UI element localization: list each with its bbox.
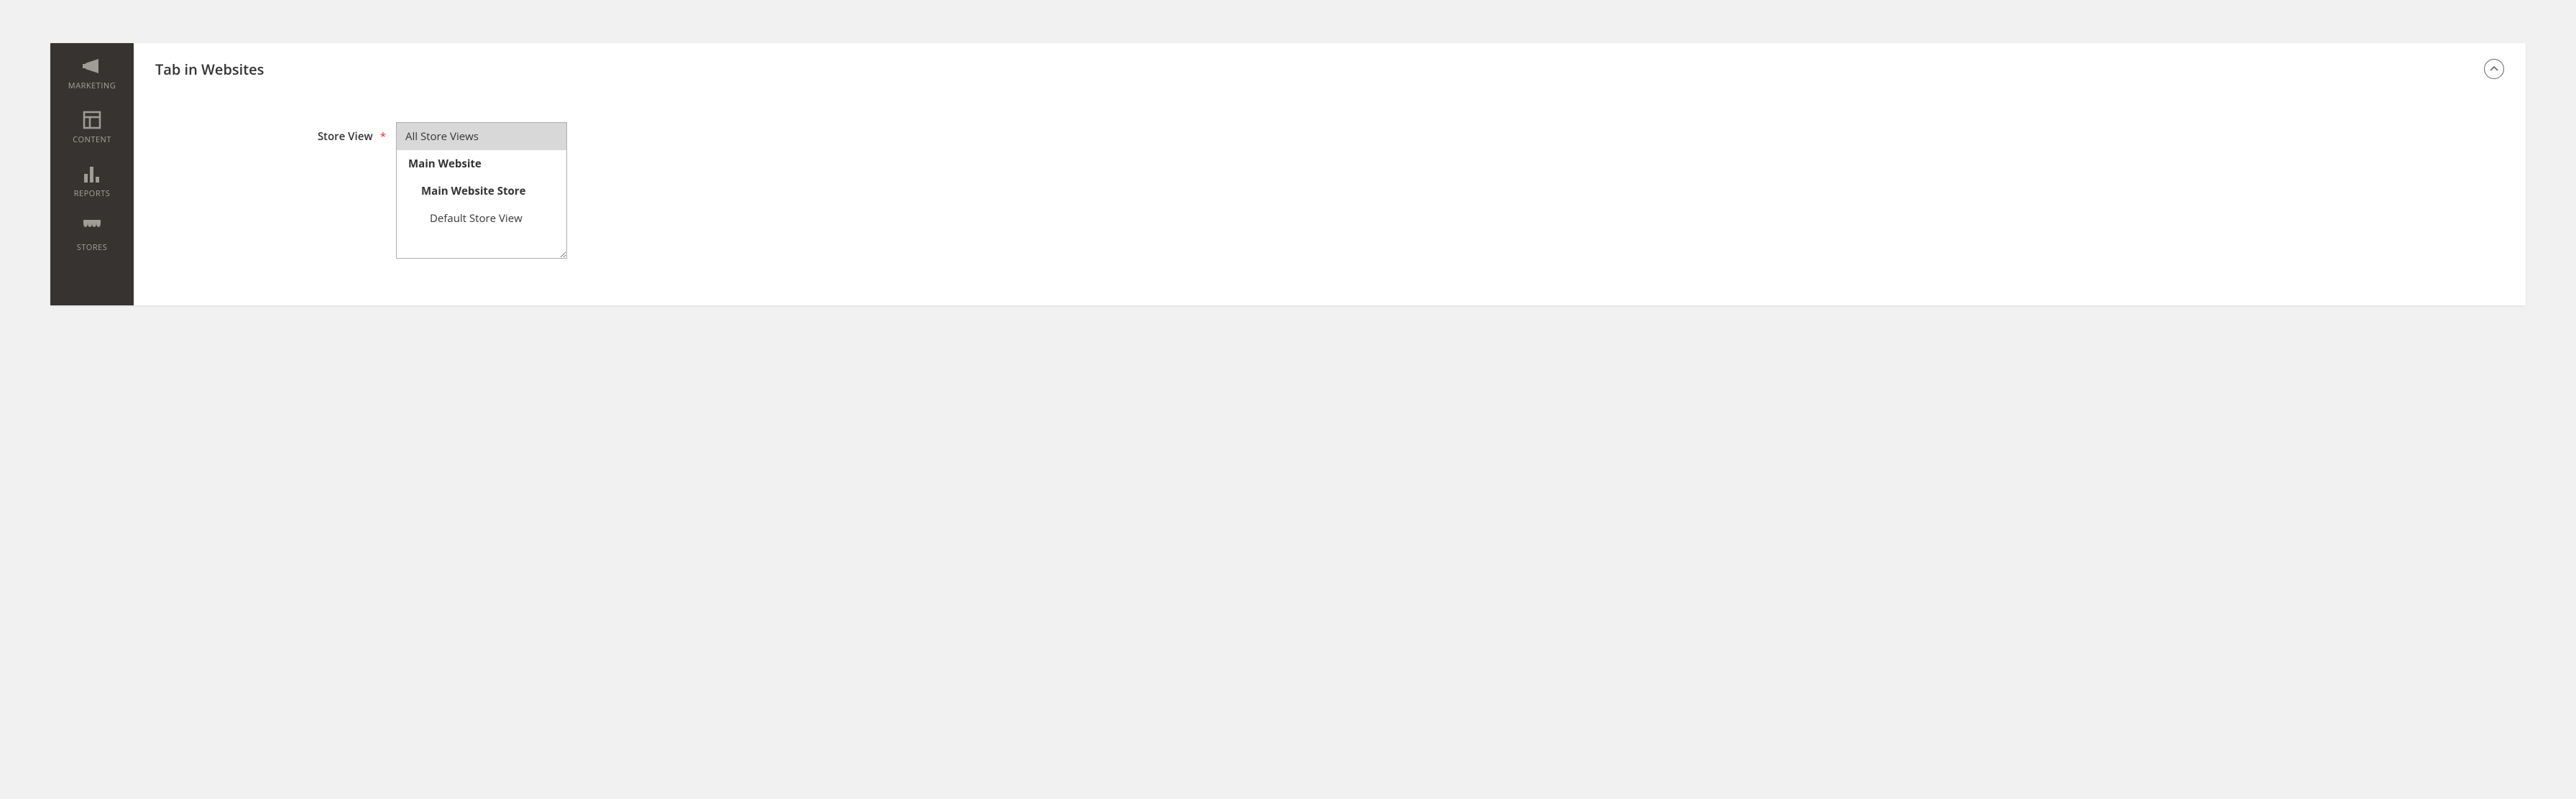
collapse-toggle-button[interactable] — [2484, 59, 2504, 79]
bar-chart-icon — [83, 164, 101, 184]
store-option-main-website[interactable]: Main Website — [397, 150, 566, 177]
sidebar-item-reports[interactable]: REPORTS — [50, 154, 134, 208]
main-content: Tab in Websites Store View * All Store V… — [134, 43, 2526, 305]
store-view-row: Store View * All Store Views Main Websit… — [155, 122, 2504, 259]
storefront-icon — [82, 218, 102, 238]
section-title: Tab in Websites — [155, 60, 264, 79]
sidebar-item-label: REPORTS — [74, 188, 110, 199]
store-option-all[interactable]: All Store Views — [397, 123, 566, 150]
store-option-main-website-store[interactable]: Main Website Store — [397, 177, 566, 205]
form-label-column: Store View * — [155, 122, 396, 144]
admin-sidebar: MARKETING CONTENT REPORTS — [50, 43, 134, 305]
layout-icon — [83, 110, 101, 130]
store-view-label: Store View — [318, 129, 373, 144]
sidebar-item-marketing[interactable]: MARKETING — [50, 46, 134, 100]
store-option-default-store-view[interactable]: Default Store View — [397, 205, 566, 232]
chevron-up-icon — [2490, 66, 2498, 72]
sidebar-item-content[interactable]: CONTENT — [50, 100, 134, 154]
megaphone-icon — [81, 56, 103, 76]
required-indicator: * — [380, 129, 386, 144]
sidebar-item-label: CONTENT — [73, 134, 111, 145]
section-header: Tab in Websites — [155, 59, 2504, 79]
sidebar-item-label: STORES — [77, 242, 108, 253]
sidebar-item-stores[interactable]: STORES — [50, 208, 134, 262]
form-control-column: All Store Views Main Website Main Websit… — [396, 122, 567, 259]
sidebar-item-label: MARKETING — [68, 80, 116, 91]
admin-panel: MARKETING CONTENT REPORTS — [50, 43, 2526, 305]
store-view-select[interactable]: All Store Views Main Website Main Websit… — [396, 122, 567, 259]
